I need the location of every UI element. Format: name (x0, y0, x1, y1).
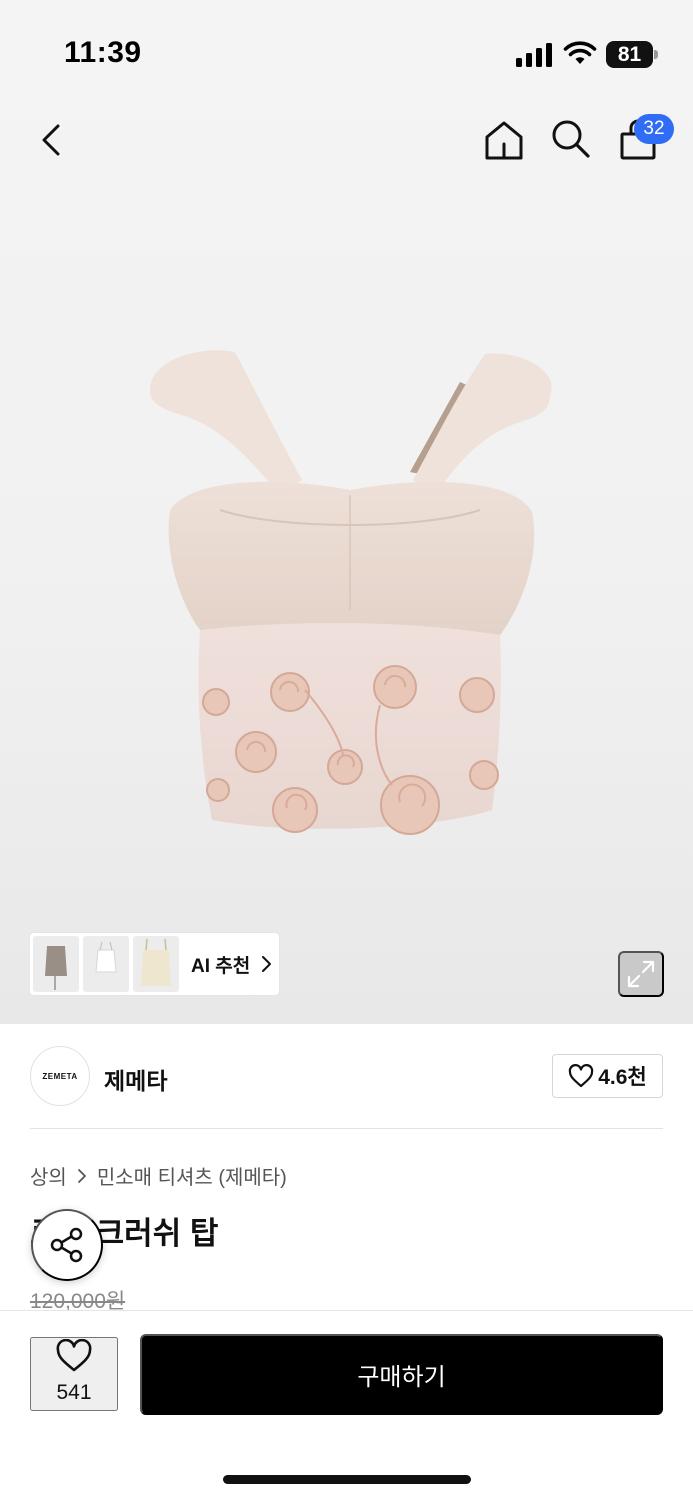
wishlist-button[interactable]: 541 (30, 1337, 118, 1411)
bottom-action-bar: 541 구매하기 (0, 1310, 693, 1500)
heart-icon (56, 1339, 92, 1372)
heart-icon (569, 1064, 594, 1088)
home-icon (485, 121, 523, 160)
share-icon (50, 1227, 83, 1263)
chevron-left-icon (42, 124, 60, 156)
battery-level: 81 (606, 41, 653, 68)
battery-cap (654, 50, 658, 59)
home-button[interactable] (480, 116, 528, 164)
brand-logo-text: ZEMETA (42, 1071, 78, 1081)
recommend-thumb-3[interactable] (133, 936, 179, 992)
product-gallery: 11:39 81 32 AI 추천 (0, 0, 693, 1024)
recommend-thumb-1[interactable] (33, 936, 79, 992)
ai-recommend-label: AI 추천 (191, 955, 251, 977)
expand-image-button[interactable] (618, 951, 664, 997)
cellular-signal-icon (516, 43, 552, 67)
brand-like-button[interactable]: 4.6천 (552, 1054, 663, 1098)
breadcrumb-item-subcategory[interactable]: 민소매 티셔츠 (제메타) (97, 1161, 287, 1190)
chevron-right-icon (77, 1168, 86, 1183)
brand-row: ZEMETA 제메타 4.6천 (30, 1046, 663, 1108)
thumb-top-white-icon (95, 941, 117, 973)
search-button[interactable] (548, 116, 594, 162)
ai-recommend-panel[interactable]: AI 추천 (30, 933, 279, 995)
status-bar: 11:39 81 (0, 0, 693, 100)
brand-name[interactable]: 제메타 (104, 1062, 167, 1096)
buy-button[interactable]: 구매하기 (140, 1334, 663, 1415)
home-indicator (223, 1475, 471, 1484)
wifi-icon (563, 41, 597, 64)
search-icon (552, 120, 590, 158)
share-button[interactable] (31, 1209, 103, 1281)
cart-count-badge: 32 (634, 114, 674, 144)
expand-icon (627, 960, 655, 988)
recommend-thumb-2[interactable] (83, 936, 129, 992)
status-time: 11:39 (64, 36, 142, 69)
thumb-top-gray-icon (45, 946, 67, 990)
section-divider (30, 1128, 663, 1129)
brand-like-count: 4.6천 (598, 1066, 647, 1089)
back-button[interactable] (30, 118, 74, 162)
breadcrumb: 상의 민소매 티셔츠 (제메타) (30, 1161, 287, 1190)
thumb-top-cream-icon (141, 938, 171, 986)
chevron-right-icon (262, 956, 272, 972)
breadcrumb-item-category[interactable]: 상의 (30, 1161, 67, 1190)
product-image[interactable] (130, 330, 570, 870)
battery-indicator: 81 (606, 41, 658, 68)
brand-logo[interactable]: ZEMETA (30, 1046, 90, 1106)
wishlist-count: 541 (56, 1381, 92, 1404)
